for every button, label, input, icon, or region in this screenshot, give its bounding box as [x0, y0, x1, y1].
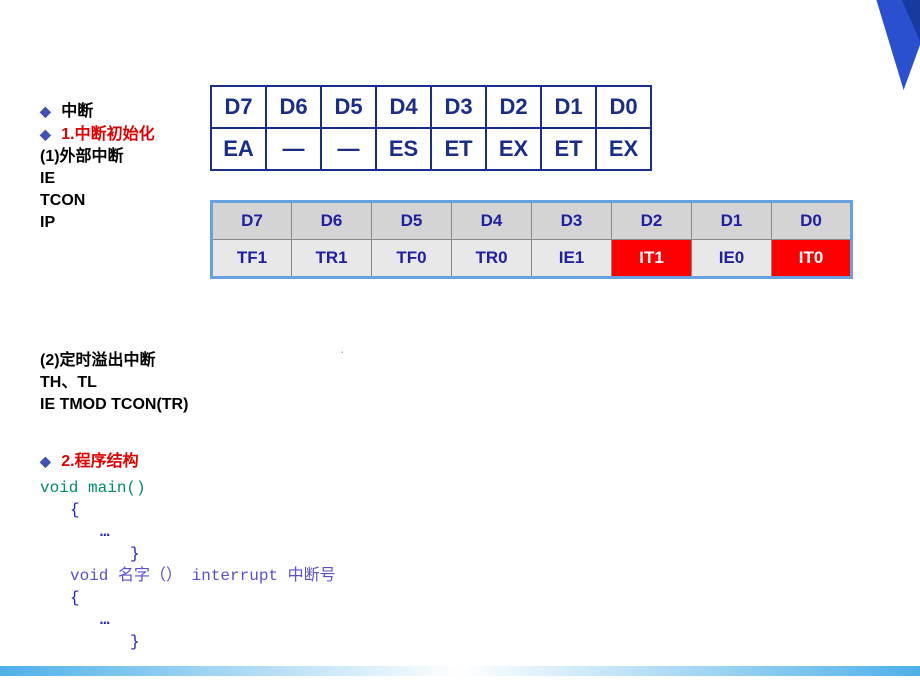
code-line: } [40, 543, 336, 565]
cell: TF0 [372, 240, 452, 278]
text-line: IE TMOD TCON(TR) [40, 394, 188, 416]
code-line: void 名字（） interrupt 中断号 [40, 565, 336, 587]
bullet-line: ◆ 2.程序结构 [40, 450, 336, 473]
cell: TF1 [212, 240, 292, 278]
cell-highlight: IT0 [772, 240, 852, 278]
diamond-icon: ◆ [40, 126, 51, 142]
text-line: IE [40, 168, 880, 190]
text-line: (2)定时溢出中断 [40, 350, 188, 372]
bullet-line: ◆ 1.中断初始化 [40, 123, 880, 146]
bullet-num: 2. [61, 453, 74, 470]
cell: TR1 [292, 240, 372, 278]
bullet-text: 中断初始化 [75, 126, 155, 143]
code-line: … [40, 609, 336, 631]
code-line: void main() [40, 477, 336, 499]
cell: IE0 [692, 240, 772, 278]
page-dot: · [340, 343, 345, 359]
bullet-text: 程序结构 [75, 453, 139, 470]
text-line: (1)外部中断 [40, 146, 880, 168]
code-line: { [40, 499, 336, 521]
slide-content: ◆ 中断 ◆ 1.中断初始化 (1)外部中断 IE TCON IP [40, 100, 880, 234]
table-row: TF1 TR1 TF0 TR0 IE1 IT1 IE0 IT0 [212, 240, 852, 278]
bullet-text: 中断 [61, 103, 93, 120]
diamond-icon: ◆ [40, 103, 51, 119]
bottom-divider [0, 666, 920, 676]
corner-decoration [770, 0, 920, 100]
cell-highlight: IT1 [612, 240, 692, 278]
section-timer: (2)定时溢出中断 TH、TL IE TMOD TCON(TR) [40, 350, 188, 416]
section-code: ◆ 2.程序结构 void main() { … } void 名字（） int… [40, 450, 336, 653]
text-line: TH、TL [40, 372, 188, 394]
code-line: … [40, 521, 336, 543]
diamond-icon: ◆ [40, 453, 51, 469]
cell: TR0 [452, 240, 532, 278]
text-line: IP [40, 212, 880, 234]
bullet-line: ◆ 中断 [40, 100, 880, 123]
code-line: { [40, 587, 336, 609]
code-line: } [40, 631, 336, 653]
code-block: void main() { … } void 名字（） interrupt 中断… [40, 477, 336, 653]
cell: IE1 [532, 240, 612, 278]
bullet-num: 1. [61, 126, 74, 143]
text-line: TCON [40, 190, 880, 212]
